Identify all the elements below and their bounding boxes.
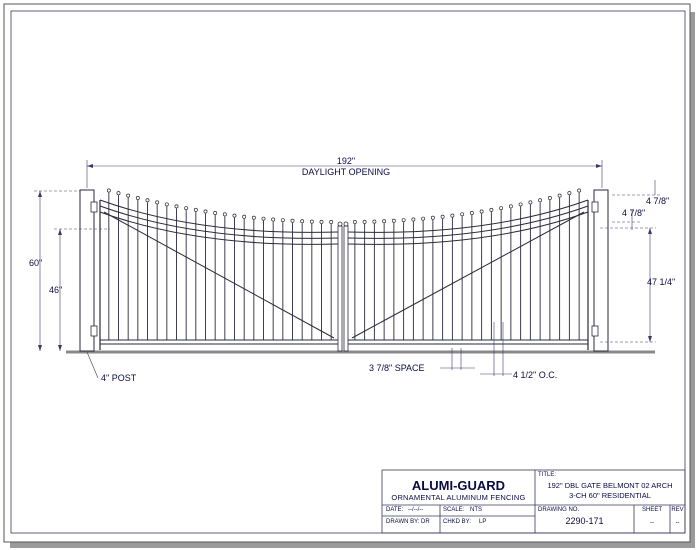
picket-finial [261,216,266,221]
checked-by-value: LP [479,519,487,525]
picket-finial [203,209,208,214]
picket-finial [401,218,406,223]
picket-finial [411,217,416,222]
picket-finial [242,214,247,219]
picket-finial [538,198,543,203]
drawing-no-value: 2290-171 [565,516,604,526]
company-subtitle: ORNAMENTAL ALUMINUM FENCING [391,493,526,502]
company-name: ALUMI-GUARD [411,478,506,493]
drawn-by-value: DR [421,519,430,525]
picket-finial [106,188,111,193]
overall-dim-label: 192" [337,156,355,166]
drawing-sheet: 192" DAYLIGHT OPENING 60" 46" 4" POST 3 … [0,0,700,550]
picket-finial [309,219,314,224]
picket-finial [164,202,169,207]
picket-finial [469,210,474,215]
picket-finial [479,209,484,214]
picket-finial [421,216,426,221]
picket-finial [280,218,285,223]
picket-finial [126,193,131,198]
left-hinge-bottom [90,325,98,337]
title-line-2: 3-CH 60" RESIDENTIAL [569,491,651,500]
picket-finial [577,188,582,193]
oc-label: 4 1/2" O.C. [513,370,557,380]
date-value: --/--/-- [408,507,424,513]
drawing-no-label: DRAWING NO. [538,507,580,513]
picket-finial [430,215,435,220]
rev-value: -- [675,520,680,526]
daylight-opening-label: DAYLIGHT OPENING [302,167,390,177]
picket-finial [135,196,140,200]
picket-finial [184,206,189,211]
picket-finial [251,215,256,220]
center-stile-left [337,225,343,352]
title-label: TITLE: [538,472,557,478]
arch-inner-label: 4 7/8" [622,208,645,218]
picket-finial [440,214,445,219]
date-label: DATE: [386,507,404,513]
picket-finial [145,198,150,203]
picket-finial [352,220,357,224]
center-finial-left [337,221,343,227]
picket-finial [319,219,324,224]
sheet-value: -- [650,520,654,526]
right-hinge-top [591,201,599,213]
right-height-label: 47 1/4" [647,277,675,287]
title-line-1: 192" DBL GATE BELMONT 02 ARCH [547,481,673,490]
post-label: 4" POST [101,373,137,383]
picket-finial [391,218,396,223]
center-finial-right [343,221,349,227]
picket-finial [518,202,523,207]
picket-finial [155,200,160,205]
right-hinge-bottom [591,325,599,337]
picket-finial [116,191,121,196]
arch-top-label: 4 7/8" [646,196,669,206]
picket-finial [528,200,533,205]
picket-finial [174,204,179,209]
picket-finial [450,213,455,218]
space-label: 3 7/8" SPACE [369,363,425,373]
picket-finial [232,213,237,218]
picket-finial [290,218,295,223]
picket-finial [547,195,552,200]
picket-finial [271,217,276,222]
picket-finial [362,219,367,224]
picket-finial [329,220,334,224]
checked-by-label: CHKD BY: [443,519,472,525]
picket-finial [499,206,504,211]
picket-finial [460,212,465,217]
picket-finial [213,210,218,215]
center-stile-right [343,225,349,352]
left-hinge-top [90,201,98,213]
rev-label: REV [671,507,684,513]
picket-finial [382,219,387,224]
picket-finial [300,219,305,224]
sheet-label: SHEET [641,507,662,513]
picket-finial [222,212,227,217]
picket-finial [372,219,377,224]
gate-drawing: 192" DAYLIGHT OPENING 60" 46" 4" POST 3 … [3,3,695,548]
height-46-label: 46" [49,285,62,295]
picket-finial [567,191,572,196]
height-60-label: 60" [29,258,42,268]
drawn-by-label: DRAWN BY: [386,519,420,525]
scale-label: SCALE: [443,507,465,513]
picket-finial [193,207,198,212]
picket-finial [489,207,494,212]
scale-value: NTS [470,507,482,513]
picket-finial [557,193,562,198]
picket-finial [508,204,513,209]
